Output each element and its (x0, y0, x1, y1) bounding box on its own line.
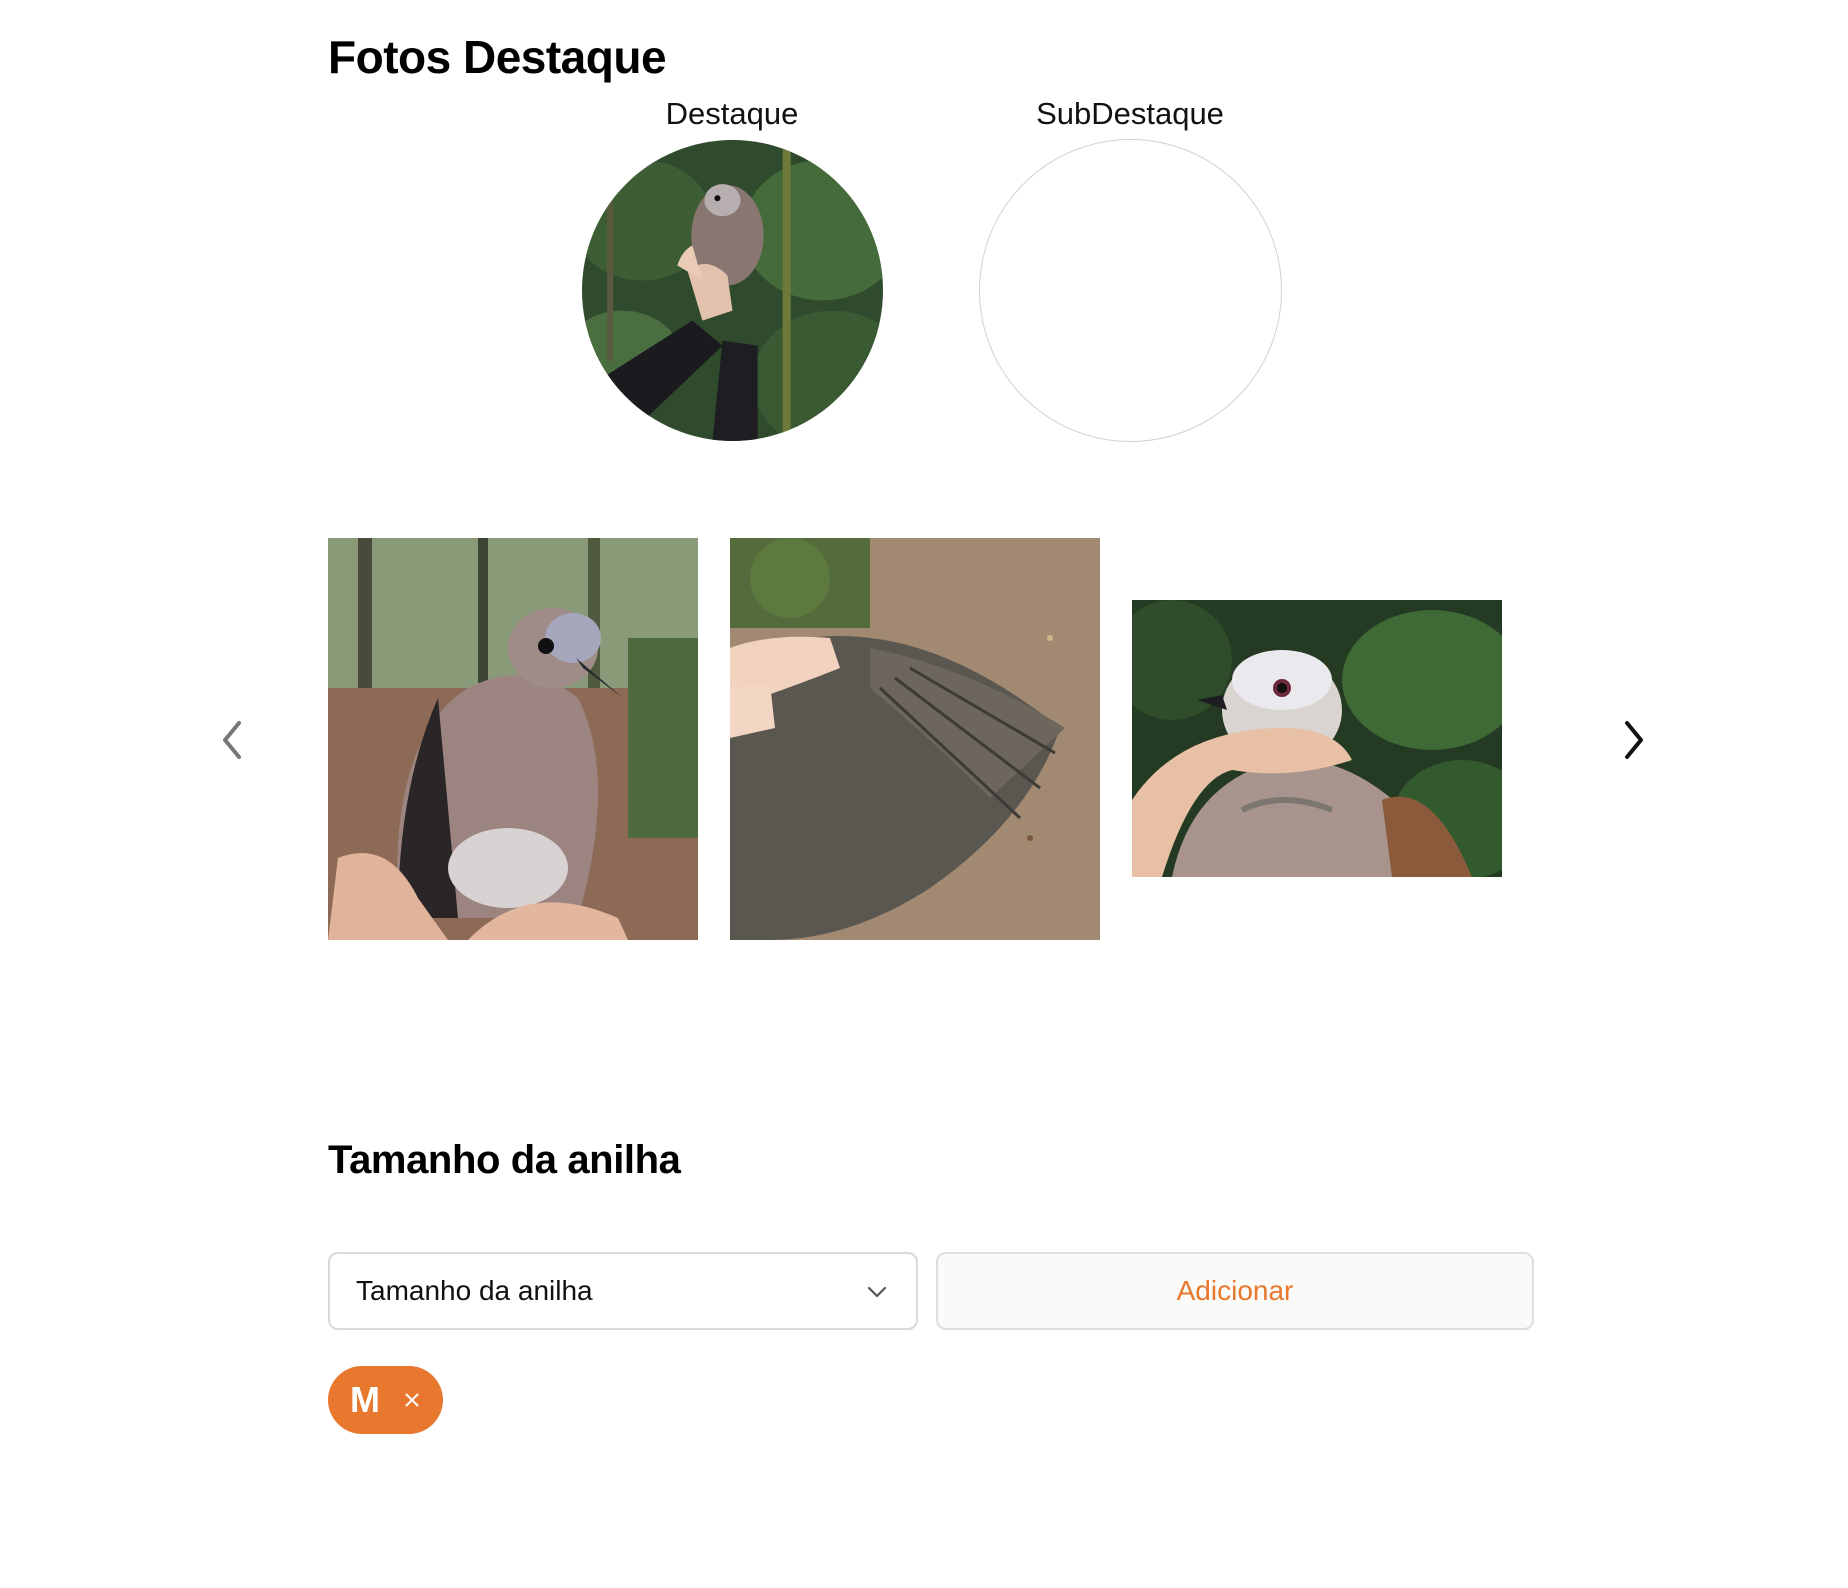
add-button[interactable]: Adicionar (936, 1252, 1534, 1330)
gallery-image-dove-perched (328, 538, 698, 940)
gallery-photo-1[interactable] (328, 538, 698, 940)
featured-main-label: Destaque (665, 96, 799, 131)
gallery-image-wing-spread (730, 538, 1100, 940)
gallery-photo-2[interactable] (730, 538, 1100, 940)
gallery-prev-button[interactable] (210, 710, 254, 770)
chevron-right-icon (1625, 721, 1643, 759)
band-size-select-value: Tamanho da anilha (356, 1275, 593, 1306)
band-size-chip: M (328, 1366, 443, 1434)
close-icon[interactable] (400, 1388, 424, 1412)
band-size-title: Tamanho da anilha (328, 1138, 681, 1182)
chevron-left-icon (223, 721, 241, 759)
chip-label: M (350, 1379, 380, 1420)
chevron-down-icon (867, 1286, 887, 1298)
featured-sub-label: SubDestaque (1036, 96, 1224, 131)
gallery-photo-3[interactable] (1132, 600, 1502, 877)
featured-sub-photo[interactable] (980, 140, 1281, 441)
featured-main-photo[interactable] (582, 140, 883, 441)
featured-photos-title: Fotos Destaque (328, 31, 667, 83)
gallery-next-button[interactable] (1612, 710, 1656, 770)
band-size-select[interactable]: Tamanho da anilha (328, 1252, 918, 1330)
featured-main-image (582, 140, 883, 441)
gallery-image-dove-closeup (1132, 600, 1502, 877)
